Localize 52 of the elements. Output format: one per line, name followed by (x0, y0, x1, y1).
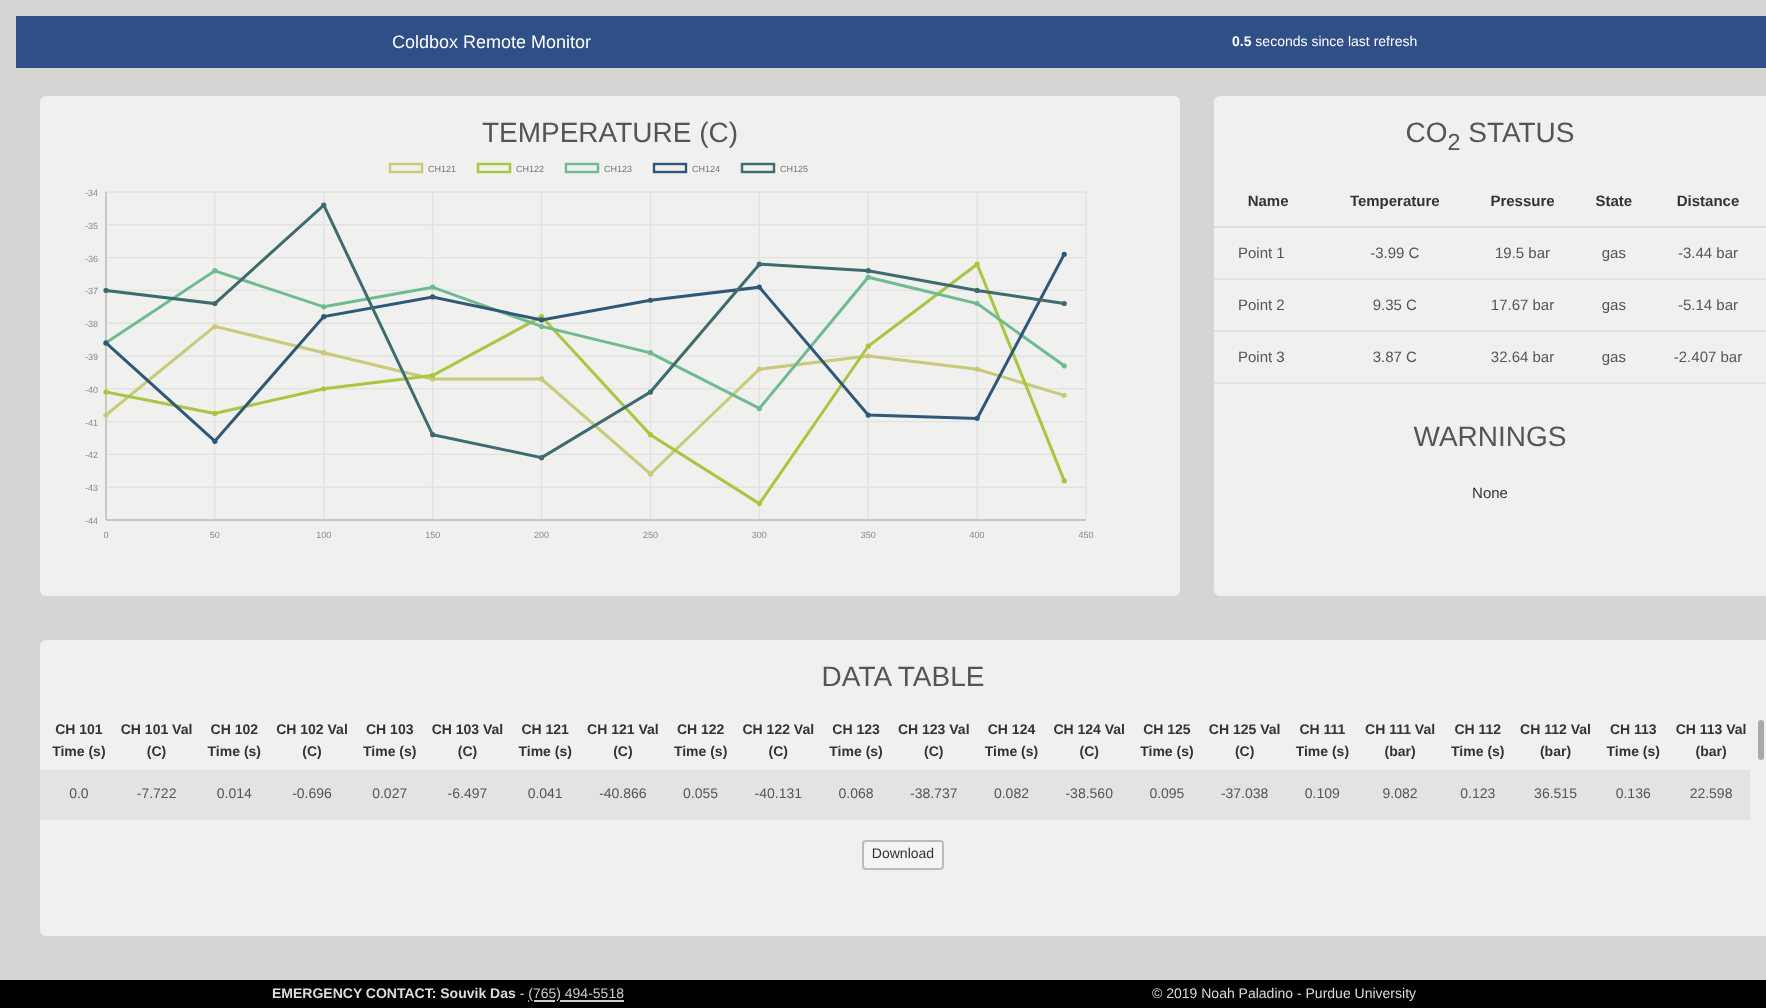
data-point (321, 304, 327, 310)
data-point (1061, 300, 1067, 307)
data-point (103, 412, 109, 418)
data-point (321, 386, 327, 392)
data-point (430, 284, 436, 290)
data-point (321, 314, 327, 320)
data-point (647, 297, 654, 303)
data-point (974, 287, 980, 293)
data-point (212, 323, 218, 330)
data-point (212, 300, 218, 307)
table-title: DATA TABLE (821, 660, 985, 692)
data-point (865, 412, 871, 418)
data-point (1061, 363, 1067, 369)
data-point (647, 389, 654, 395)
data-point (103, 389, 109, 395)
data-point (430, 432, 436, 438)
legend-swatch[interactable] (388, 162, 424, 174)
data-point (212, 410, 218, 416)
data-point (756, 284, 762, 290)
data-point (756, 501, 762, 507)
legend-swatch[interactable] (476, 162, 512, 174)
data-point (538, 455, 545, 461)
data-point (974, 300, 980, 307)
data-point (103, 287, 109, 293)
data-point (865, 343, 871, 349)
status-title: CO$_{2}$ STATUS (1405, 116, 1575, 156)
scrollbar-thumb[interactable] (1758, 720, 1764, 760)
data-point (1061, 251, 1067, 257)
data-point (212, 268, 218, 274)
data-point (974, 415, 980, 421)
chart-title: TEMPERATURE (C) (481, 116, 739, 148)
data-point (212, 438, 218, 444)
legend-swatch[interactable] (564, 162, 600, 174)
app-title: Coldbox Remote Monitor (392, 32, 594, 52)
data-point (865, 353, 871, 359)
warnings-title: WARNINGS (1413, 419, 1567, 452)
data-point (647, 471, 654, 477)
data-point (321, 202, 327, 208)
data-point (974, 261, 980, 267)
data-point (538, 376, 545, 382)
data-point (756, 366, 762, 372)
data-point (430, 294, 436, 300)
data-point (756, 261, 762, 267)
data-point (756, 405, 762, 412)
data-point (321, 350, 327, 356)
data-point (1061, 478, 1067, 484)
legend-swatch[interactable] (740, 162, 776, 174)
data-point (647, 350, 654, 356)
data-point (1061, 392, 1067, 398)
data-point (974, 366, 980, 372)
legend-swatch[interactable] (652, 162, 688, 174)
data-point (647, 432, 654, 438)
